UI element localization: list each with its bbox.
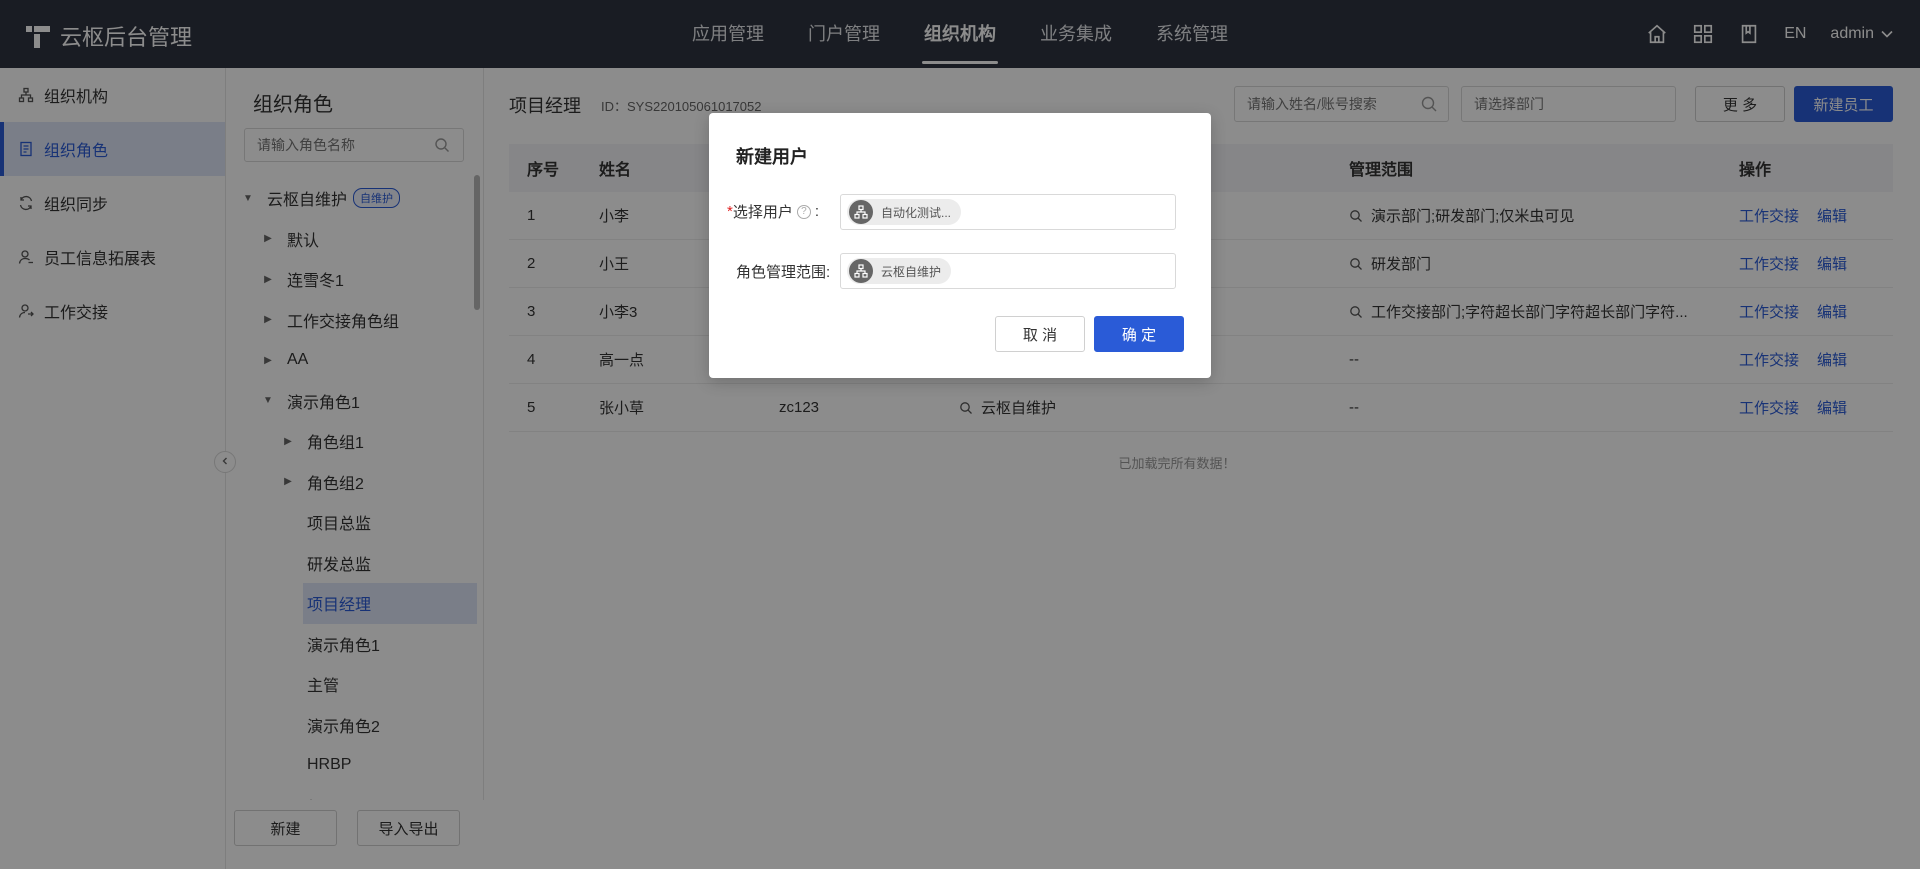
org-avatar-icon [849, 259, 873, 283]
selected-scope-chip[interactable]: 云枢自维护 [847, 258, 952, 284]
select-user-label: * 选择用户 ? : [727, 201, 819, 222]
select-user-label-text: 选择用户 [732, 204, 793, 221]
confirm-button[interactable]: 确 定 [1094, 316, 1184, 352]
dialog-title: 新建用户 [736, 147, 808, 167]
selected-user-chip[interactable]: 自动化测试... [847, 199, 962, 225]
selected-scope-text: 云枢自维护 [881, 264, 942, 279]
role-scope-field[interactable]: 云枢自维护 [840, 253, 1176, 289]
help-icon[interactable]: ? [796, 204, 811, 219]
scope-label: 角色管理范围: [736, 264, 831, 281]
label-colon: : [814, 203, 820, 220]
select-user-field[interactable]: 自动化测试... [840, 194, 1176, 230]
new-user-dialog: 新建用户 * 选择用户 ? : 自动化测试... 角色管理范围: 云枢自维护 取… [709, 113, 1211, 378]
cancel-button[interactable]: 取 消 [995, 316, 1085, 352]
selected-user-text: 自动化测试... [881, 205, 952, 220]
org-avatar-icon [849, 200, 873, 224]
